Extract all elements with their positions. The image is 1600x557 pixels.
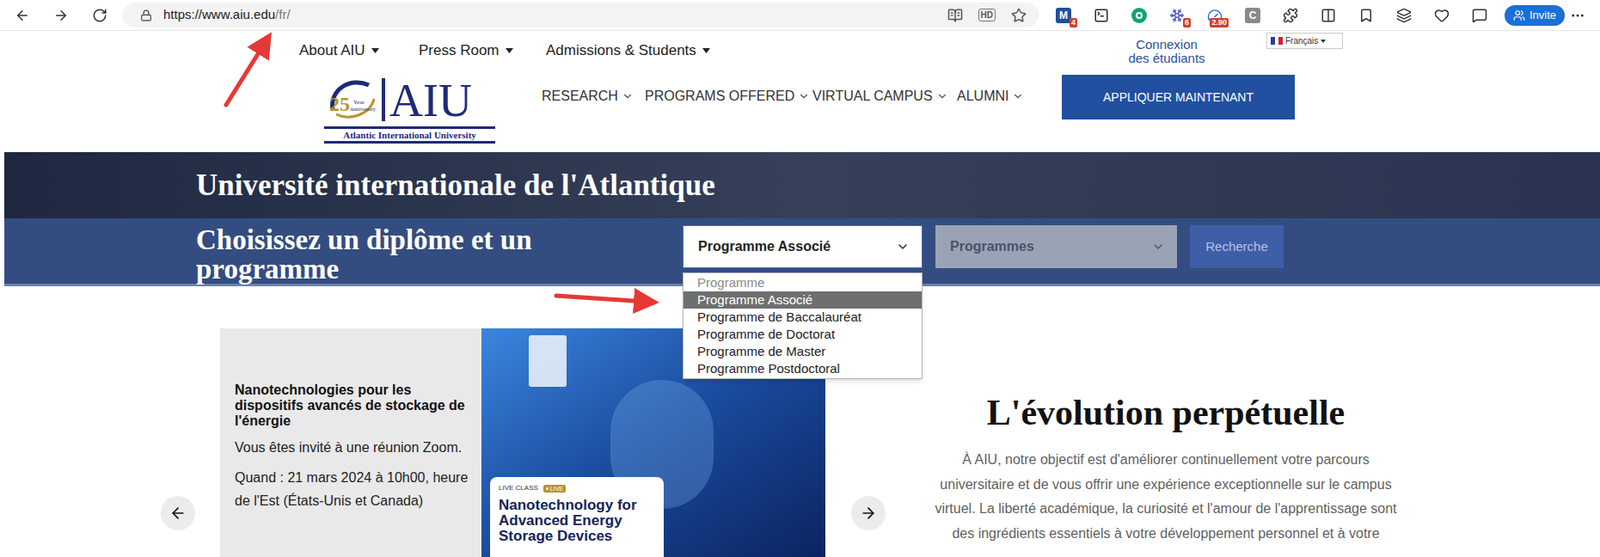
search-button[interactable]: Recherche [1189, 225, 1284, 269]
chevron-down-icon [936, 90, 949, 103]
hero-title: Université internationale de l'Atlantiqu… [196, 168, 716, 203]
about-text-line: universitaire et de vous offrir une expé… [939, 472, 1392, 498]
student-login-link[interactable]: Connexiondes étudiants [1121, 37, 1212, 66]
main-nav-item[interactable]: PROGRAMS OFFERED [644, 87, 813, 105]
degree-option[interactable]: Programme Associé [683, 291, 922, 309]
extension-badge: 4 [1069, 18, 1078, 28]
slide-card: Nanotechnologies pour les dispositifs av… [220, 328, 482, 557]
split-screen-button[interactable] [1309, 2, 1348, 29]
chevron-down-icon [1011, 90, 1024, 103]
about-text-line: À AIU, notre objectif est d'améliorer co… [962, 447, 1370, 473]
url-text: https://www.aiu.edu/fr/ [163, 5, 291, 25]
address-bar[interactable]: https://www.aiu.edu/fr/HD [122, 2, 1039, 28]
top-nav-item[interactable]: Press Room [418, 40, 546, 62]
forward-button[interactable] [45, 2, 77, 29]
caret-icon [702, 48, 711, 54]
arrow-left-icon [169, 504, 187, 522]
live-badge: LIVE [543, 484, 566, 493]
arrow-right-icon [859, 504, 877, 522]
slide-text: Quand : 21 mars 2024 à 10h00, heure de l… [234, 465, 475, 513]
split-screen-icon [1320, 7, 1337, 24]
chevron-down-icon [1151, 239, 1165, 254]
puzzle-icon [1282, 7, 1299, 24]
favorites-button[interactable] [1347, 2, 1386, 29]
top-nav-item[interactable]: Admissions & Students [545, 40, 1122, 62]
chevron-down-icon [797, 90, 810, 103]
read-aloud-icon[interactable] [947, 7, 963, 24]
extension-badge: 6 [1183, 18, 1191, 28]
extension-button[interactable] [1120, 2, 1159, 29]
health-button[interactable] [1422, 2, 1461, 29]
main-nav-item[interactable]: RESEARCH [541, 87, 645, 105]
about-heading: L'évolution perpétuelle [986, 391, 1345, 435]
forward-icon [53, 7, 69, 24]
back-icon [14, 7, 31, 24]
caret-icon [371, 48, 380, 54]
more-icon[interactable] [1569, 7, 1586, 24]
program-select[interactable]: Programmes [935, 225, 1178, 269]
about-text-line: des ingrédients essentiels à votre dével… [951, 521, 1380, 547]
extension-button[interactable]: M4 [1044, 2, 1083, 29]
degree-option[interactable]: Programme de Doctorat [683, 325, 922, 344]
browser-window: https://www.aiu.edu/fr/HDM462.90CInviteA… [0, 0, 1600, 557]
caret-icon [505, 48, 514, 54]
extension-button[interactable]: 6 [1158, 2, 1196, 29]
puzzle-button[interactable] [1271, 2, 1310, 29]
health-icon [1434, 7, 1450, 24]
extension-button[interactable]: C [1233, 2, 1272, 29]
top-nav-item[interactable]: About AIU [299, 40, 419, 62]
red-arrow-icon [226, 42, 265, 105]
hero-subtitle: Choisissez un diplôme et unprogramme [196, 225, 683, 284]
apply-button[interactable]: APPLIQUER MAINTENANT [1061, 74, 1295, 120]
main-nav-item[interactable]: VIRTUAL CAMPUS [812, 87, 957, 105]
chevron-down-icon [895, 239, 910, 254]
carousel-next-button[interactable] [851, 496, 886, 531]
degree-option[interactable]: Programme de Baccalauréat [683, 308, 922, 326]
extension-button[interactable]: 2.90 [1195, 2, 1234, 29]
refresh-icon [91, 7, 108, 24]
degree-select[interactable]: Programme Associé [682, 225, 923, 269]
chevron-down-icon [621, 90, 634, 103]
extension-badge: 2.90 [1209, 18, 1229, 28]
back-button[interactable] [6, 2, 38, 29]
degree-option[interactable]: Programme de Master [683, 343, 922, 361]
language-select[interactable]: Français [1266, 32, 1343, 50]
slide-title: Nanotechnologies pour les dispositifs av… [234, 382, 475, 430]
users-icon [1513, 9, 1526, 22]
degree-option[interactable]: Programme Postdoctoral [683, 360, 922, 378]
french-flag-icon [1270, 36, 1283, 45]
aiu-logo[interactable]: 25YearAnniversaryAIUAtlantic Internation… [324, 73, 496, 145]
red-arrow-icon [556, 295, 647, 302]
about-section: L'évolution perpétuelle À AIU, notre obje… [890, 328, 1441, 546]
chat-icon [1471, 7, 1488, 24]
chat-button[interactable] [1460, 2, 1499, 29]
caret-icon [1320, 39, 1326, 43]
collections-icon [1396, 7, 1412, 24]
hd-badge[interactable]: HD [978, 8, 996, 22]
main-nav-item[interactable]: ALUMNI [956, 87, 1065, 105]
banner-kicker: LIVE CLASS [498, 484, 539, 493]
invite-button[interactable]: Invite [1504, 5, 1565, 26]
refresh-button[interactable] [84, 2, 116, 29]
hero: Université internationale de l'Atlantiqu… [4, 152, 1600, 287]
lock-icon [140, 9, 153, 22]
about-text-line: virtuel. La liberté académique, la curio… [934, 496, 1397, 522]
star-icon[interactable] [1011, 7, 1027, 24]
site-header: About AIUPress RoomAdmissions & Students… [0, 30, 1600, 153]
favorites-icon [1358, 7, 1374, 24]
banner-title: Nanotechnology for Advanced Energy Stora… [498, 497, 656, 545]
collections-button[interactable] [1385, 2, 1423, 29]
extension-button[interactable] [1082, 2, 1121, 29]
carousel-prev-button[interactable] [160, 496, 196, 531]
degree-option[interactable]: Programme [683, 274, 922, 292]
degree-options-list: ProgrammeProgramme AssociéProgramme de B… [682, 272, 923, 380]
browser-toolbar: https://www.aiu.edu/fr/HDM462.90CInvite [0, 0, 1600, 31]
slide-text: Vous êtes invité à une réunion Zoom. [234, 435, 475, 460]
